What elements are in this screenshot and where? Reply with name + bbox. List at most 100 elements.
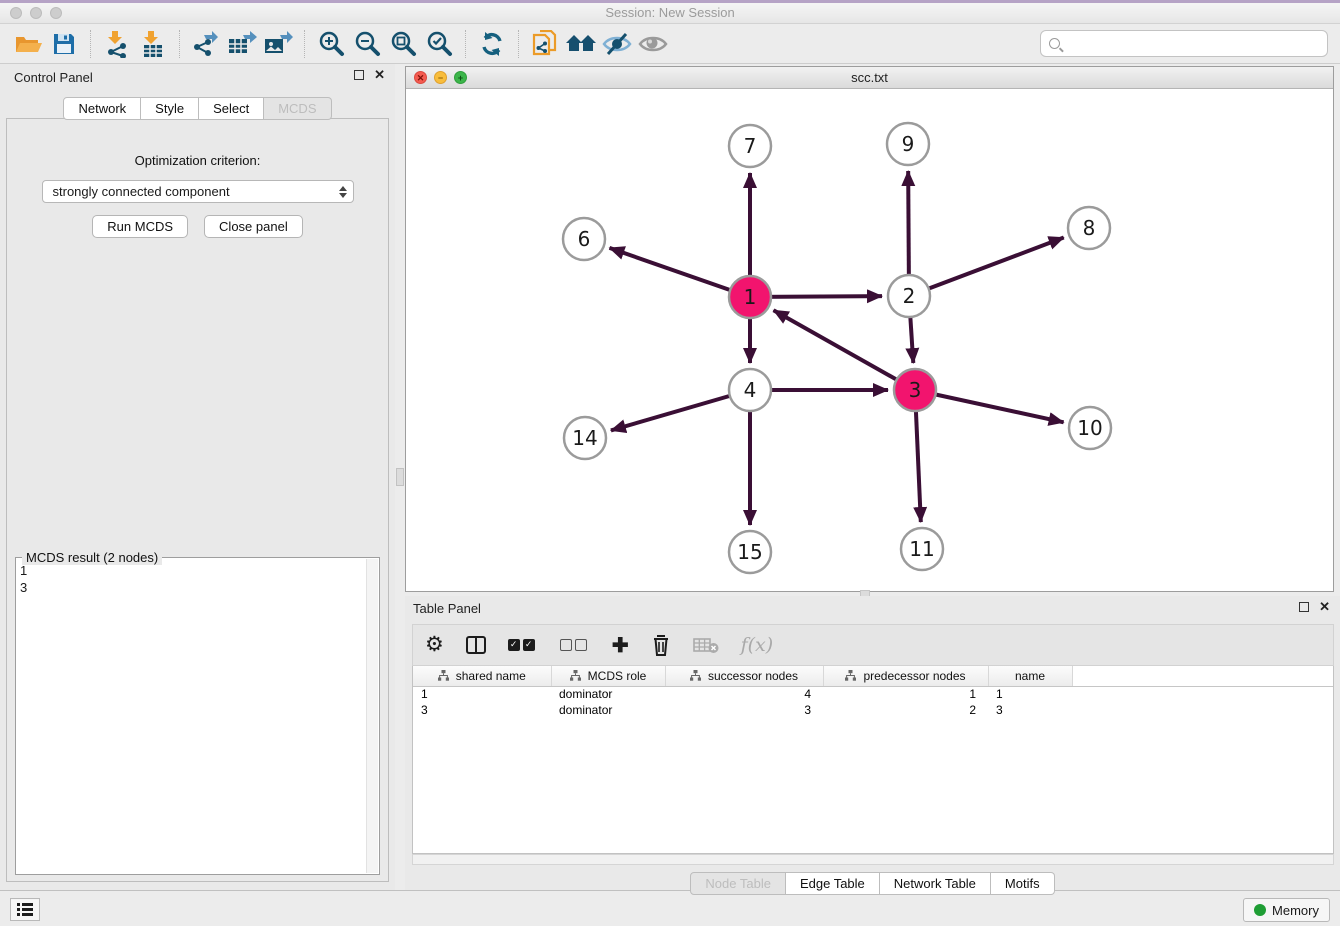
network-close-icon[interactable]: ✕ xyxy=(414,71,427,84)
table-row[interactable]: 1dominator411 xyxy=(413,686,1333,702)
zoom-fit-icon[interactable] xyxy=(385,27,421,61)
network-maximize-icon[interactable]: + xyxy=(454,71,467,84)
export-image-icon[interactable] xyxy=(260,27,296,61)
tab-select[interactable]: Select xyxy=(199,97,264,120)
network-window-title: scc.txt xyxy=(406,67,1333,88)
node-table[interactable]: shared nameMCDS rolesuccessor nodesprede… xyxy=(413,666,1333,718)
select-all-checkboxes-icon[interactable] xyxy=(508,639,538,651)
float-table-panel-icon[interactable] xyxy=(1299,602,1309,612)
deselect-all-checkboxes-icon[interactable] xyxy=(560,639,590,651)
import-network-icon[interactable] xyxy=(99,27,135,61)
node-label-2: 2 xyxy=(903,284,916,308)
memory-button[interactable]: Memory xyxy=(1243,898,1330,922)
cell-successor-nodes-row1[interactable]: 4 xyxy=(665,686,823,702)
cell-mcds-role-row1[interactable]: dominator xyxy=(551,686,665,702)
zoom-selected-icon[interactable] xyxy=(421,27,457,61)
hide-selected-icon[interactable] xyxy=(599,27,635,61)
minimize-window-button[interactable] xyxy=(30,7,42,19)
node-label-7: 7 xyxy=(744,134,757,158)
export-network-icon[interactable] xyxy=(188,27,224,61)
tab-style[interactable]: Style xyxy=(141,97,199,120)
table-row[interactable]: 3dominator323 xyxy=(413,702,1333,718)
save-session-icon[interactable] xyxy=(46,27,82,61)
zoom-out-icon[interactable] xyxy=(349,27,385,61)
cell-name-row1[interactable]: 1 xyxy=(988,686,1072,702)
column-header-predecessor-nodes[interactable]: predecessor nodes xyxy=(823,666,988,686)
cell-shared-name-row2[interactable]: 3 xyxy=(413,702,551,718)
search-box[interactable] xyxy=(1040,30,1328,57)
table-panel-title: Table Panel xyxy=(413,601,481,616)
tab-network-table[interactable]: Network Table xyxy=(880,872,991,895)
cell-mcds-role-row2[interactable]: dominator xyxy=(551,702,665,718)
zoom-in-icon[interactable] xyxy=(313,27,349,61)
table-toolbar: ⚙ ✚ f(x) xyxy=(412,624,1334,666)
network-graph[interactable]: 7968124314101511 xyxy=(406,89,1333,591)
cell-predecessor-nodes-row2[interactable]: 2 xyxy=(823,702,988,718)
column-header-successor-nodes[interactable]: successor nodes xyxy=(665,666,823,686)
network-view-window: ✕ − + scc.txt 7968124314101511 xyxy=(405,66,1334,592)
app-window-controls[interactable] xyxy=(10,7,62,19)
tab-network[interactable]: Network xyxy=(63,97,141,120)
home-views-icon[interactable] xyxy=(563,27,599,61)
tab-node-table[interactable]: Node Table xyxy=(690,872,786,895)
node-label-1: 1 xyxy=(744,285,757,309)
status-bar: Memory xyxy=(0,890,1340,926)
refresh-view-icon[interactable] xyxy=(474,27,510,61)
table-settings-icon[interactable]: ⚙ xyxy=(425,635,444,655)
show-all-icon[interactable] xyxy=(635,27,671,61)
column-header-shared-name[interactable]: shared name xyxy=(413,666,551,686)
float-panel-icon[interactable] xyxy=(354,70,364,80)
search-input[interactable] xyxy=(1066,36,1319,51)
splitter-grip[interactable] xyxy=(396,468,404,486)
network-canvas[interactable]: 7968124314101511 xyxy=(406,89,1333,591)
column-header-mcds-role[interactable]: MCDS role xyxy=(551,666,665,686)
edge-3-10[interactable] xyxy=(915,390,1064,422)
column-header-name[interactable]: name xyxy=(988,666,1072,686)
close-table-panel-icon[interactable]: ✕ xyxy=(1319,602,1330,612)
split-columns-icon[interactable] xyxy=(466,636,486,654)
table-horizontal-scrollbar[interactable] xyxy=(412,854,1334,865)
cell-name-row2[interactable]: 3 xyxy=(988,702,1072,718)
delete-column-icon[interactable] xyxy=(651,633,671,657)
first-neighbors-icon[interactable] xyxy=(527,27,563,61)
edge-3-1[interactable] xyxy=(774,310,915,390)
tab-edge-table[interactable]: Edge Table xyxy=(786,872,880,895)
tab-mcds[interactable]: MCDS xyxy=(264,97,331,120)
export-table-icon[interactable] xyxy=(224,27,260,61)
apply-function-icon[interactable]: f(x) xyxy=(741,634,774,656)
cell-shared-name-row1[interactable]: 1 xyxy=(413,686,551,702)
selected-criterion: strongly connected component xyxy=(53,184,339,199)
add-column-icon[interactable]: ✚ xyxy=(612,633,629,658)
tab-motifs[interactable]: Motifs xyxy=(991,872,1055,895)
result-scrollbar[interactable] xyxy=(366,559,378,873)
network-window-titlebar[interactable]: ✕ − + scc.txt xyxy=(406,67,1333,89)
close-panel-icon[interactable]: ✕ xyxy=(374,70,385,80)
edge-2-8[interactable] xyxy=(909,238,1064,296)
open-session-icon[interactable] xyxy=(10,27,46,61)
node-label-15: 15 xyxy=(737,540,762,564)
task-history-button[interactable] xyxy=(10,898,40,921)
edge-1-6[interactable] xyxy=(609,248,750,297)
zoom-window-button[interactable] xyxy=(50,7,62,19)
close-window-button[interactable] xyxy=(10,7,22,19)
control-panel-title: Control Panel xyxy=(14,70,93,85)
node-label-9: 9 xyxy=(902,132,915,156)
node-label-14: 14 xyxy=(572,426,597,450)
node-label-11: 11 xyxy=(909,537,934,561)
cell-filler xyxy=(1072,686,1333,702)
import-table-icon[interactable] xyxy=(135,27,171,61)
network-minimize-icon[interactable]: − xyxy=(434,71,447,84)
cell-successor-nodes-row2[interactable]: 3 xyxy=(665,702,823,718)
toolbar-separator xyxy=(90,30,91,58)
delete-table-icon[interactable] xyxy=(693,636,719,654)
optimization-criterion-select[interactable]: strongly connected component xyxy=(42,180,354,203)
close-panel-button[interactable]: Close panel xyxy=(204,215,303,238)
run-mcds-button[interactable]: Run MCDS xyxy=(92,215,188,238)
main-toolbar xyxy=(0,24,1340,64)
vertical-splitter[interactable] xyxy=(395,64,405,890)
cell-predecessor-nodes-row1[interactable]: 1 xyxy=(823,686,988,702)
node-label-4: 4 xyxy=(744,378,757,402)
mcds-result-box: MCDS result (2 nodes) 1 3 xyxy=(15,557,380,875)
table-panel: Table Panel ✕ ⚙ ✚ f(x) shared nameMCDS r… xyxy=(405,596,1340,890)
toolbar-separator xyxy=(304,30,305,58)
